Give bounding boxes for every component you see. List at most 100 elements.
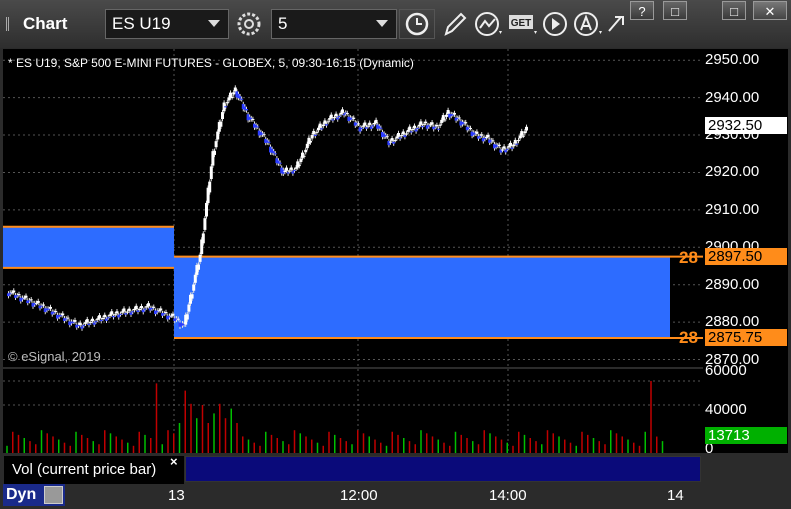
candle-body <box>169 315 173 317</box>
candle-body <box>507 146 511 148</box>
link-button[interactable] <box>605 9 629 39</box>
volume-chart[interactable] <box>3 369 703 453</box>
candle-body <box>126 311 129 313</box>
candle-body <box>136 310 140 313</box>
candle-body <box>256 126 260 128</box>
clock-icon <box>405 12 429 36</box>
get-button[interactable]: GET <box>507 9 541 39</box>
price-tick-label: 2880.00 <box>705 313 760 331</box>
candle-body <box>411 129 415 131</box>
candle-body <box>361 125 365 127</box>
candle-body <box>40 305 44 307</box>
play-button[interactable] <box>541 9 571 39</box>
candle-body <box>198 254 202 262</box>
candle-body <box>193 274 197 283</box>
alert-button[interactable] <box>572 9 606 39</box>
candle-body <box>429 124 432 126</box>
studies-button[interactable] <box>472 9 506 39</box>
alert-icon <box>574 12 602 36</box>
candle-body <box>289 167 293 170</box>
candle-body <box>371 125 375 127</box>
candle-body <box>35 302 38 304</box>
candle-body <box>24 295 28 298</box>
candle-body <box>321 124 325 127</box>
candle-body <box>339 112 343 115</box>
candle-body <box>120 311 124 313</box>
close-button[interactable]: ✕ <box>753 1 787 20</box>
candle-body <box>251 118 255 120</box>
line-chart-icon <box>475 12 502 36</box>
candle-body <box>352 117 356 119</box>
candle-body <box>393 140 397 142</box>
pencil-icon <box>444 12 467 36</box>
prior-zone <box>3 226 174 268</box>
candle-body <box>230 97 234 99</box>
candle-body <box>227 97 231 101</box>
candle-body <box>464 122 468 124</box>
candle-body <box>435 124 439 127</box>
candle-body <box>112 315 115 318</box>
candle-body <box>379 127 383 129</box>
candle-body <box>389 141 392 143</box>
candle-body <box>12 290 16 293</box>
title-bar: Chart ES U19 5 GET ? □ □ ✕ <box>0 0 791 48</box>
candle-body <box>307 137 311 144</box>
time-button[interactable] <box>399 9 435 39</box>
candle-body <box>334 113 338 117</box>
candle-body <box>523 131 527 134</box>
play-icon <box>543 12 567 36</box>
candle-body <box>368 122 372 125</box>
minimize-button[interactable]: □ <box>663 1 687 20</box>
level-low-tag: 28 <box>679 328 698 347</box>
candle-body <box>309 141 312 143</box>
interval-combo[interactable]: 5 <box>271 9 397 39</box>
candle-body <box>345 112 349 114</box>
draw-button[interactable] <box>438 9 470 39</box>
candle-body <box>54 311 58 313</box>
candle-body <box>457 117 461 119</box>
candle-body <box>323 120 327 124</box>
candle-body <box>106 317 110 319</box>
candle-body <box>108 314 112 316</box>
drag-grip-icon[interactable] <box>6 17 19 31</box>
candle-body <box>401 131 405 135</box>
candle-body <box>310 135 314 139</box>
candle-body <box>283 170 287 173</box>
candle-body <box>342 114 346 116</box>
price-chart[interactable] <box>3 49 703 367</box>
study-label: Vol (current price bar) <box>12 461 157 478</box>
candle-body <box>325 124 328 126</box>
level-high-price: 2897.50 <box>705 248 787 265</box>
candle-body <box>229 92 232 98</box>
candle-body <box>213 150 216 155</box>
maximize-button[interactable]: □ <box>722 1 746 20</box>
candle-body <box>98 315 101 319</box>
study-close-button[interactable]: × <box>170 454 178 469</box>
candle-body <box>510 147 514 149</box>
chevron-down-icon <box>376 20 388 27</box>
current-price-tag: 2932.50 <box>705 117 787 134</box>
candle-body <box>28 300 31 302</box>
candle-body <box>406 129 410 132</box>
price-tick-label: 2940.00 <box>705 88 760 106</box>
candle-body <box>129 312 133 315</box>
symbol-combo[interactable]: ES U19 <box>105 9 229 39</box>
candle-body <box>61 313 65 316</box>
study-area[interactable] <box>185 456 701 482</box>
settings-button[interactable] <box>231 9 267 39</box>
candle-body <box>421 126 424 128</box>
help-button[interactable]: ? <box>630 1 654 20</box>
candle-body <box>331 119 335 121</box>
candle-body <box>78 322 82 326</box>
time-tick-13: 13 <box>168 487 185 504</box>
candle-body <box>225 102 229 104</box>
candle-body <box>29 299 33 301</box>
candle-body <box>73 320 77 322</box>
candle-body <box>101 317 105 319</box>
candle-body <box>89 321 93 323</box>
candle-body <box>17 294 21 296</box>
candle-body <box>312 130 316 135</box>
candle-body <box>245 109 248 111</box>
lock-icon[interactable] <box>44 486 63 504</box>
candle-body <box>504 150 508 153</box>
